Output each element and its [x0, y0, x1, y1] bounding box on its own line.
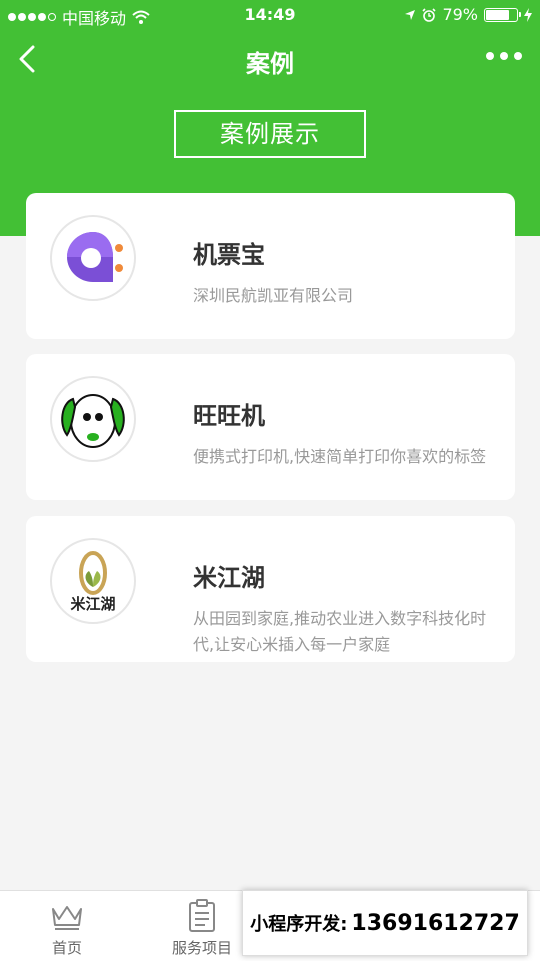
- crown-icon: [52, 906, 82, 930]
- tab-label: 首页: [51, 939, 82, 957]
- contact-banner[interactable]: 小程序开发: 13691612727: [242, 890, 528, 956]
- location-arrow-icon: [405, 9, 416, 20]
- case-description: 便携式打印机,快速简单打印你喜欢的标签: [193, 447, 487, 466]
- case-card[interactable]: 机票宝 深圳民航凯亚有限公司: [26, 193, 515, 339]
- battery-percent: 79%: [442, 5, 478, 24]
- charging-bolt-icon: [524, 7, 532, 22]
- case-name: 机票宝: [193, 241, 265, 269]
- alarm-clock-icon: [422, 7, 437, 22]
- rice-logo-text: 米江湖: [70, 595, 115, 613]
- case-description: 从田园到家庭,推动农业进入数字科技化时代,让安心米插入每一户家庭: [193, 609, 487, 654]
- status-bar: 中国移动 14:49 79%: [0, 0, 540, 30]
- case-description: 深圳民航凯亚有限公司: [193, 286, 354, 305]
- more-button[interactable]: [486, 52, 522, 60]
- case-name: 米江湖: [193, 564, 265, 592]
- ticket-logo-icon: [50, 215, 136, 301]
- contact-phone: 13691612727: [351, 910, 520, 936]
- section-title: 案例展示: [174, 110, 366, 158]
- dog-logo-icon: [50, 376, 136, 462]
- tab-services[interactable]: 服务项目: [152, 899, 252, 958]
- clipboard-icon: [189, 899, 215, 932]
- rice-logo-icon: 米江湖: [50, 538, 136, 624]
- navigation-bar: 案例: [0, 30, 540, 90]
- status-right: 79%: [404, 5, 532, 24]
- tab-home[interactable]: 首页: [17, 899, 117, 958]
- case-card[interactable]: 旺旺机 便携式打印机,快速简单打印你喜欢的标签: [26, 354, 515, 500]
- page-title: 案例: [246, 50, 294, 78]
- more-dots-icon: [486, 52, 494, 60]
- tab-label: 服务项目: [171, 939, 232, 957]
- case-card[interactable]: 米江湖 米江湖 从田园到家庭,推动农业进入数字科技化时代,让安心米插入每一户家庭: [26, 516, 515, 662]
- case-name: 旺旺机: [193, 402, 265, 430]
- contact-label: 小程序开发:: [250, 914, 348, 935]
- battery-icon: [484, 7, 521, 22]
